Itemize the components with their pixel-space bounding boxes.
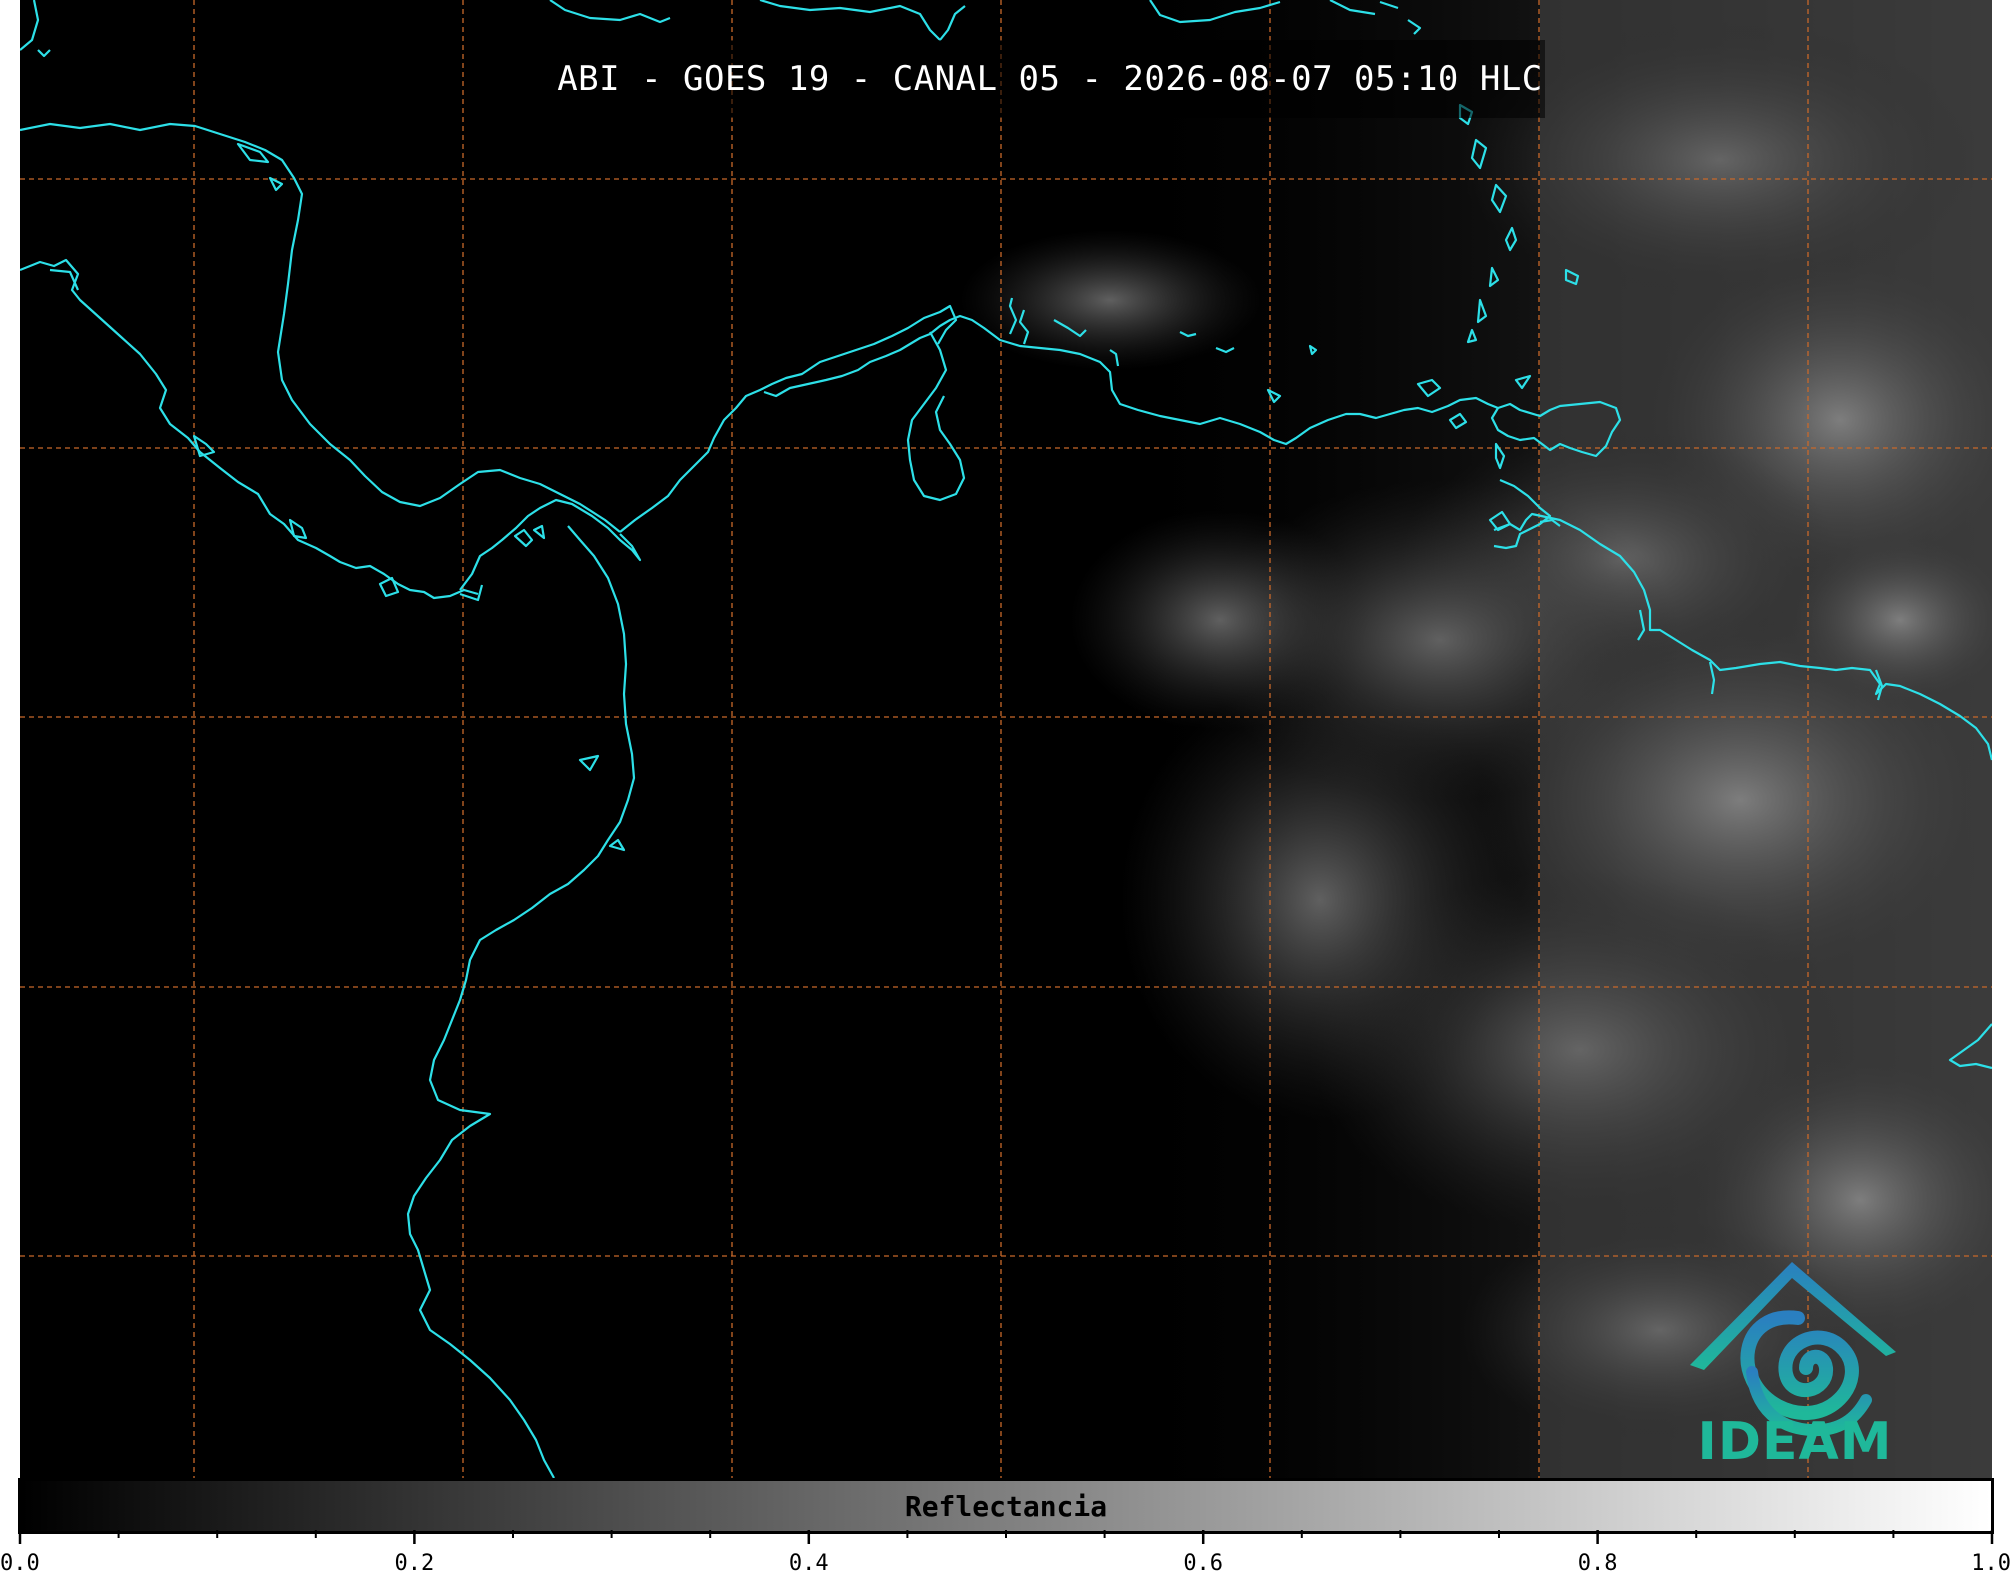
satellite-map: ABI - GOES 19 - CANAL 05 - 2026-08-07 05…: [20, 0, 1992, 1478]
title-box: ABI - GOES 19 - CANAL 05 - 2026-08-07 05…: [555, 40, 1545, 118]
colorbar-tick-label: 0.2: [395, 1551, 435, 1576]
image-title: ABI - GOES 19 - CANAL 05 - 2026-08-07 05…: [557, 59, 1543, 99]
colorbar-axis: 0.0 0.2 0.4 0.6 0.8 1.0: [0, 1530, 2011, 1576]
colorbar-tick-label: 1.0: [1971, 1551, 2011, 1576]
logo-wordmark: IDEAM: [1697, 1412, 1893, 1472]
colorbar-tick-label: 0.4: [789, 1551, 829, 1576]
colorbar-tick-label: 0.6: [1183, 1551, 1223, 1576]
colorbar-tick-label: 0.8: [1578, 1551, 1618, 1576]
colorbar-tick-label: 0.0: [0, 1551, 40, 1576]
colorbar: Reflectancia: [18, 1478, 1994, 1534]
colorbar-label: Reflectancia: [904, 1489, 1108, 1523]
